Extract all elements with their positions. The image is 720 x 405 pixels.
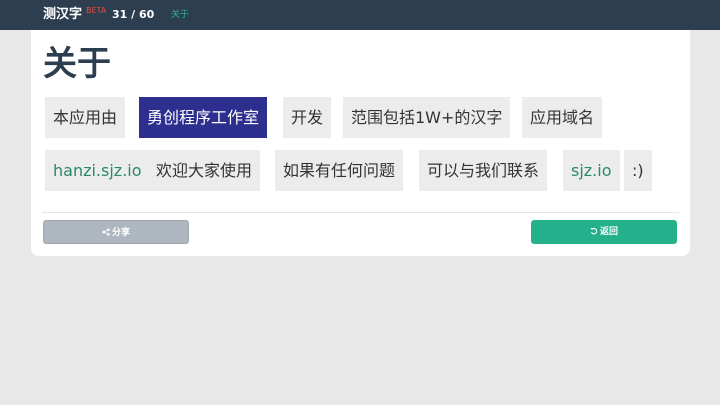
word-tile[interactable]: :) [624,150,652,191]
share-button[interactable]: 分享 [43,220,189,244]
back-button[interactable]: 返回 [531,220,677,244]
word-tile[interactable]: 开发 [283,97,332,138]
nav-about-link[interactable]: 关于 [171,9,189,21]
word-tile[interactable]: 欢迎大家使用 [148,150,261,191]
progress-counter: 31 / 60 [112,8,155,21]
beta-badge: BETA [86,6,107,15]
app-brand[interactable]: 测汉字 [43,7,82,23]
word-tile-selected[interactable]: 勇创程序工作室 [139,97,268,138]
share-icon [102,228,110,236]
word-tile[interactable]: 范围包括1W+的汉字 [343,97,511,138]
word-tile-link[interactable]: hanzi.sjz.io [45,150,150,191]
divider [42,212,679,213]
about-card: 关于 本应用由 勇创程序工作室 开发 范围包括1W+的汉字 应用域名 hanzi… [31,30,690,256]
word-tile-link[interactable]: sjz.io [563,150,620,191]
top-navbar: 测汉字 BETA 31 / 60 关于 [0,0,720,30]
share-button-label: 分享 [111,228,130,238]
undo-icon [590,227,598,235]
word-tile[interactable]: 本应用由 [45,97,126,138]
back-button-label: 返回 [599,227,618,237]
word-tile[interactable]: 如果有任何问题 [275,150,404,191]
page-title: 关于 [43,44,111,84]
word-tile[interactable]: 可以与我们联系 [419,150,548,191]
word-tile[interactable]: 应用域名 [522,97,603,138]
